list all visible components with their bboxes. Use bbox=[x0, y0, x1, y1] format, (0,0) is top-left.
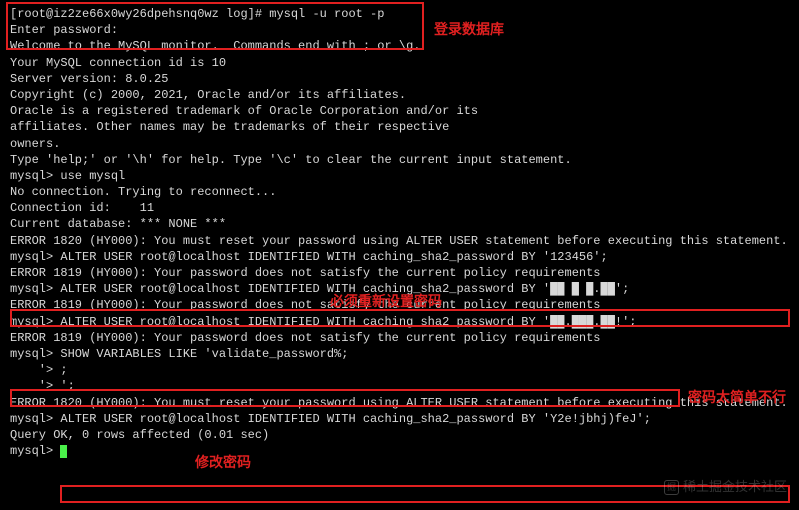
terminal-line: mysql> ALTER USER root@localhost IDENTIF… bbox=[10, 411, 789, 427]
annotation-login: 登录数据库 bbox=[434, 20, 504, 39]
terminal-line: Connection id: 11 bbox=[10, 200, 789, 216]
annotation-password-too-simple: 密码太简单不行 bbox=[688, 388, 786, 407]
terminal-line: Copyright (c) 2000, 2021, Oracle and/or … bbox=[10, 87, 789, 103]
highlight-box-error1820 bbox=[10, 309, 790, 327]
cursor-icon bbox=[60, 445, 67, 458]
annotation-reset-password: 必须重新设置密码 bbox=[330, 292, 442, 311]
terminal-line: ERROR 1819 (HY000): Your password does n… bbox=[10, 265, 789, 281]
highlight-box-login bbox=[6, 2, 424, 50]
terminal-line: Server version: 8.0.25 bbox=[10, 71, 789, 87]
highlight-box-alter-attempt bbox=[10, 389, 680, 407]
terminal-line: mysql> ALTER USER root@localhost IDENTIF… bbox=[10, 249, 789, 265]
terminal-line: Query OK, 0 rows affected (0.01 sec) bbox=[10, 427, 789, 443]
prompt-text: mysql> bbox=[10, 444, 60, 458]
terminal-prompt[interactable]: mysql> bbox=[10, 443, 789, 459]
watermark: 掘 稀土掘金技术社区 bbox=[664, 478, 787, 496]
watermark-text: 稀土掘金技术社区 bbox=[683, 478, 787, 496]
terminal-line: '> ; bbox=[10, 362, 789, 378]
terminal-line: No connection. Trying to reconnect... bbox=[10, 184, 789, 200]
terminal-line: Type 'help;' or '\h' for help. Type '\c'… bbox=[10, 152, 789, 168]
terminal-line: Oracle is a registered trademark of Orac… bbox=[10, 103, 789, 119]
terminal-line: Current database: *** NONE *** bbox=[10, 216, 789, 232]
annotation-change-password: 修改密码 bbox=[195, 453, 251, 472]
terminal-line: ERROR 1819 (HY000): Your password does n… bbox=[10, 330, 789, 346]
terminal-line: owners. bbox=[10, 136, 789, 152]
terminal-line: Your MySQL connection id is 10 bbox=[10, 55, 789, 71]
terminal-line: mysql> use mysql bbox=[10, 168, 789, 184]
juejin-logo-icon: 掘 bbox=[664, 480, 679, 495]
terminal-line: ERROR 1820 (HY000): You must reset your … bbox=[10, 233, 789, 249]
terminal-line: mysql> SHOW VARIABLES LIKE 'validate_pas… bbox=[10, 346, 789, 362]
terminal-line: affiliates. Other names may be trademark… bbox=[10, 119, 789, 135]
